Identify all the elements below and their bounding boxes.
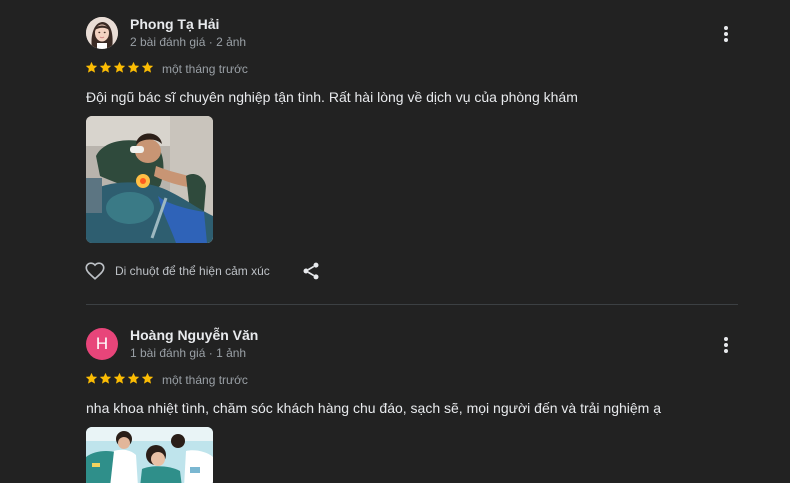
reviewer-meta: 2 bài đánh giá · 2 ảnh [130,35,247,49]
dental-treatment-photo [86,116,213,243]
review-divider [86,304,738,305]
star-icon [99,61,112,73]
share-icon [303,262,319,280]
star-icon [113,61,126,73]
more-options-button[interactable] [714,22,738,46]
star-rating [85,61,154,77]
star-icon [127,372,140,384]
star-icon [113,372,126,384]
review-text: nha khoa nhiệt tình, chăm sóc khách hàng… [86,400,662,416]
review-time: một tháng trước [162,62,248,76]
review-photo[interactable] [86,116,213,243]
reviewer-meta: 1 bài đánh giá · 1 ảnh [130,346,247,360]
more-options-button[interactable] [714,333,738,357]
like-hint-label: Di chuột để thể hiện cảm xúc [115,264,270,278]
reviewer-name[interactable]: Phong Tạ Hải [130,16,219,32]
reviewer-avatar[interactable] [86,17,118,49]
star-rating [85,372,154,388]
star-icon [85,372,98,384]
clinic-staff-photo [86,427,213,483]
star-icon [141,372,154,384]
star-icon [99,372,112,384]
share-button[interactable] [301,261,321,281]
review-text: Đội ngũ bác sĩ chuyên nghiệp tận tình. R… [86,89,578,105]
reviewer-name[interactable]: Hoàng Nguyễn Văn [130,327,258,343]
star-icon [141,61,154,73]
reviews-panel: Phong Tạ Hải 2 bài đánh giá · 2 ảnh một … [0,0,790,483]
star-icon [127,61,140,73]
avatar-photo-image [86,17,118,49]
like-button[interactable]: Di chuột để thể hiện cảm xúc [84,260,270,282]
reviewer-avatar[interactable]: H [86,328,118,360]
review-time: một tháng trước [162,373,248,387]
review-photo[interactable] [86,427,213,483]
heart-outline-icon [85,262,105,280]
star-icon [85,61,98,73]
